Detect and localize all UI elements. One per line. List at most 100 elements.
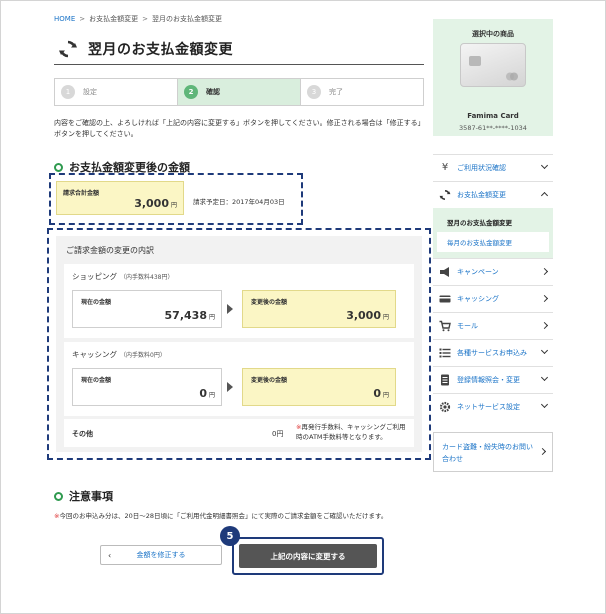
yen-icon: ¥: [441, 162, 449, 173]
chevron-up-icon: [540, 191, 549, 200]
selected-card-panel: 選択中の商品 Famima Card 3587-61**-****-1034: [433, 19, 553, 136]
step-annotation-badge: 5: [220, 526, 240, 546]
sidebar-submenu: 翌月のお支払金額変更 毎月のお支払金額変更: [433, 208, 553, 258]
breakdown-title: ご請求金額の変更の内訳: [66, 246, 154, 255]
breadcrumb-item-payment-change[interactable]: お支払金額変更: [89, 15, 138, 23]
breadcrumb-separator: >: [142, 15, 148, 23]
list-icon: [439, 348, 451, 358]
sidebar-item-usage[interactable]: ¥ ご利用状況確認: [433, 154, 553, 181]
breadcrumb-home[interactable]: HOME: [54, 15, 75, 23]
new-amount-label: 変更後の金額: [251, 299, 288, 306]
shopping-label: ショッピング: [72, 272, 117, 281]
sidebar-item-payment-change[interactable]: お支払金額変更: [433, 181, 553, 208]
chevron-down-icon: [540, 161, 549, 170]
arrow-right-icon: [227, 304, 233, 314]
new-amount-label: 変更後の金額: [251, 377, 288, 384]
shopping-current-box: 現在の金額 57,438 円: [72, 290, 222, 328]
card-name: Famima Card: [467, 112, 519, 120]
sidebar-item-label: モール: [457, 322, 478, 330]
total-amount-value: 3,000: [134, 197, 169, 210]
chevron-down-icon: [540, 400, 549, 409]
sidebar-item-label: 登録情報照会・変更: [457, 376, 520, 384]
currency-unit: 円: [208, 314, 215, 321]
refresh-icon: [439, 190, 451, 200]
section-heading-caution: 注意事項: [54, 488, 113, 504]
sidebar-item-services[interactable]: 各種サービスお申込み: [433, 339, 553, 366]
document-icon: [441, 374, 449, 386]
card-icon: [439, 295, 451, 303]
other-note: ※再発行手数料、キャッシングご利用時のATM手数料等となります。: [296, 422, 410, 442]
cashing-title: キャッシング （内手数料0円）: [72, 349, 166, 360]
currency-unit: 円: [382, 314, 389, 321]
sidebar-item-label: キャンペーン: [457, 268, 499, 276]
chevron-right-icon: [538, 447, 547, 456]
cashing-fee: （内手数料0円）: [120, 352, 166, 359]
page-title: 翌月のお支払金額変更: [88, 41, 233, 58]
card-chip-icon: [469, 56, 481, 66]
card-brand-logo-icon: [506, 72, 518, 81]
step-number: 2: [184, 85, 198, 99]
chevron-down-icon: [540, 346, 549, 355]
caution-text: ※今回のお申込み分は、20日〜28日頃に「ご利用代金明細書照会」にて実際のご請求…: [54, 510, 387, 520]
card-number: 3587-61**-****-1034: [459, 124, 527, 132]
page-title-row: 翌月のお支払金額変更: [54, 33, 424, 65]
cashing-new-value: 0: [373, 387, 381, 400]
circle-bullet-icon: [54, 162, 63, 172]
step-label: 確認: [206, 88, 220, 96]
shopping-panel: ショッピング （内手数料438円） 現在の金額 57,438 円 変更後の金額 3,…: [64, 264, 414, 338]
step-number: 1: [61, 85, 75, 99]
caution-body: 今回のお申込み分は、20日〜28日頃に「ご利用代金明細書照会」にて実際のご請求金…: [59, 512, 388, 520]
shopping-new-amount: 3,000 円: [346, 309, 389, 322]
submit-change-button-label: 上記の内容に変更する: [270, 551, 346, 561]
shopping-fee: （内手数料438円）: [120, 274, 174, 281]
sidebar-item-net-settings[interactable]: ネットサービス設定: [433, 393, 553, 420]
shopping-new-value: 3,000: [346, 309, 381, 322]
sidebar-item-cashing[interactable]: キャッシング: [433, 285, 553, 312]
chevron-right-icon: [540, 321, 549, 330]
submit-change-button[interactable]: 上記の内容に変更する: [239, 544, 377, 568]
cart-icon: [439, 320, 451, 332]
sidebar-menu: ¥ ご利用状況確認 お支払金額変更 翌月のお支払金額変更 毎月のお支払金額変更 …: [433, 154, 553, 420]
total-amount: 3,000 円: [134, 197, 177, 210]
cashing-new-box: 変更後の金額 0円: [242, 368, 396, 406]
total-amount-label: 請求合計金額: [63, 190, 100, 197]
sidebar-item-label: 各種サービスお申込み: [457, 349, 527, 357]
arrow-right-icon: [227, 382, 233, 392]
sidebar-item-campaign[interactable]: キャンペーン: [433, 258, 553, 285]
breadcrumb: HOME > お支払金額変更 > 翌月のお支払金額変更: [54, 14, 222, 24]
credit-card-image: [460, 43, 526, 87]
currency-unit: 円: [382, 392, 389, 399]
intro-text: 内容をご確認の上、よろしければ「上記の内容に変更する」ボタンを押してください。修…: [54, 119, 422, 138]
annotation-highlight-submit: 上記の内容に変更する: [232, 537, 384, 575]
step-label: 設定: [83, 88, 97, 96]
chevron-right-icon: [540, 267, 549, 276]
section-title: 注意事項: [69, 490, 113, 503]
step-complete: 3 完了: [300, 79, 423, 105]
step-confirm: 2 確認: [177, 79, 300, 105]
edit-amount-button[interactable]: ‹ 金額を修正する: [100, 545, 222, 565]
sidebar-item-label: キャッシング: [457, 295, 499, 303]
theft-loss-contact-link[interactable]: カード盗難・紛失時のお問い合わせ: [433, 432, 553, 472]
cashing-new-amount: 0円: [373, 387, 389, 400]
shopping-current-amount: 57,438 円: [165, 309, 215, 322]
other-label: その他: [72, 430, 93, 438]
edit-amount-button-label: 金額を修正する: [136, 551, 186, 559]
step-settings: 1 設定: [55, 79, 177, 105]
shopping-new-box: 変更後の金額 3,000 円: [242, 290, 396, 328]
shopping-current-value: 57,438: [164, 309, 207, 322]
other-amount: 0円: [272, 430, 284, 438]
theft-loss-contact-label: カード盗難・紛失時のお問い合わせ: [442, 443, 533, 463]
sidebar-item-registration[interactable]: 登録情報照会・変更: [433, 366, 553, 393]
cashing-current-value: 0: [199, 387, 207, 400]
breadcrumb-separator: >: [79, 15, 86, 23]
sidebar-item-label: ご利用状況確認: [457, 164, 506, 172]
submenu-item-next-month[interactable]: 翌月のお支払金額変更: [437, 212, 549, 232]
sidebar-item-mall[interactable]: モール: [433, 312, 553, 339]
current-amount-label: 現在の金額: [81, 377, 112, 384]
breadcrumb-item-current: 翌月のお支払金額変更: [152, 15, 222, 23]
breakdown-panel: ご請求金額の変更の内訳 ショッピング （内手数料438円） 現在の金額 57,43…: [56, 236, 422, 452]
submenu-item-monthly[interactable]: 毎月のお支払金額変更: [437, 232, 549, 252]
step-label: 完了: [329, 88, 343, 96]
circle-bullet-icon: [54, 491, 63, 501]
cashing-current-amount: 0円: [199, 387, 215, 400]
